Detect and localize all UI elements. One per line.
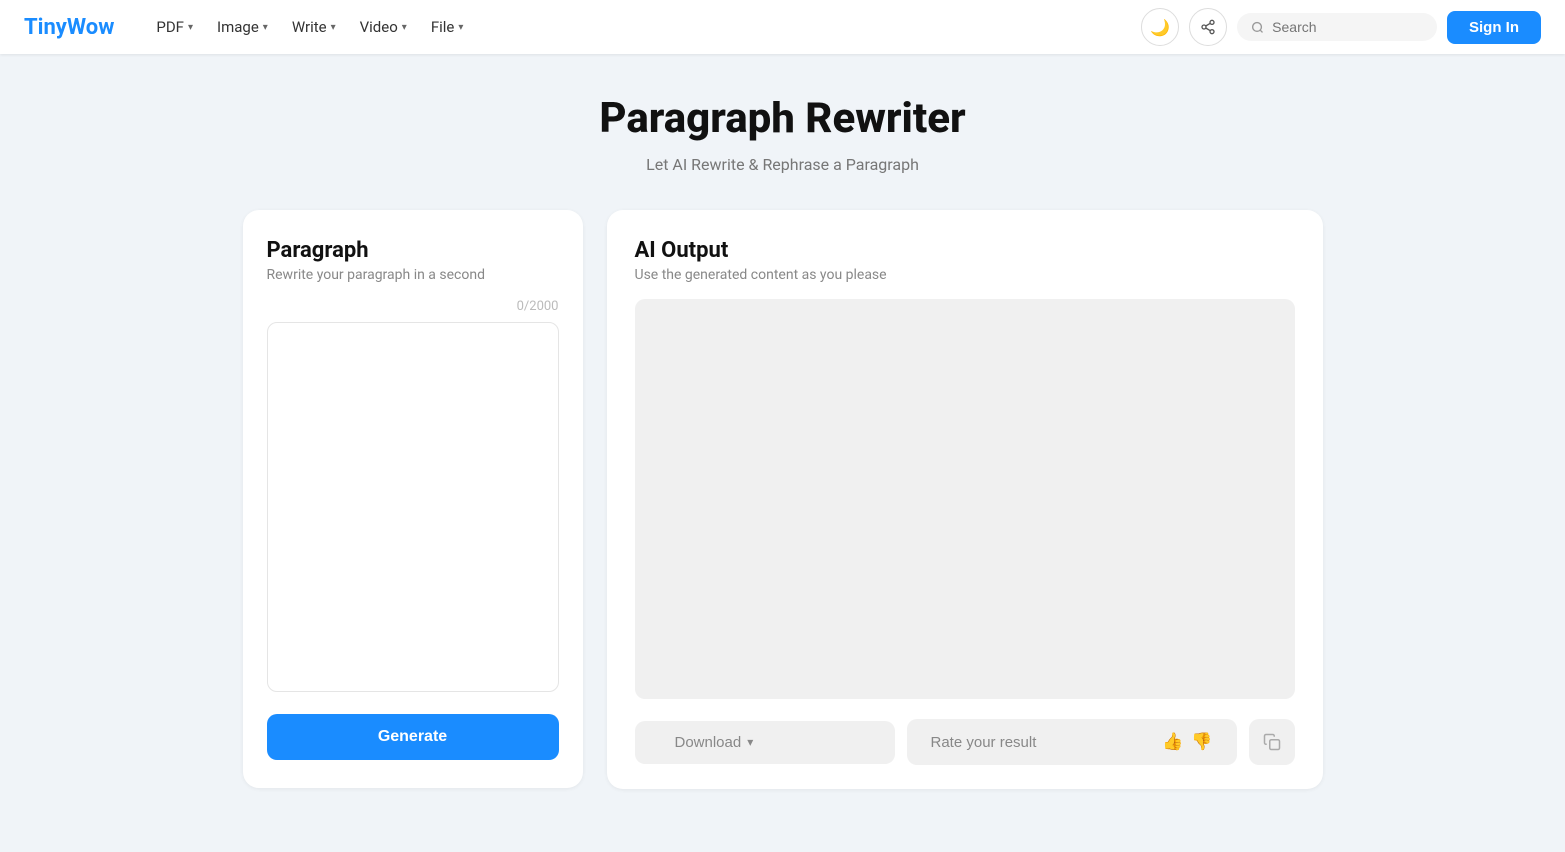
- page-subtitle: Let AI Rewrite & Rephrase a Paragraph: [243, 155, 1323, 174]
- right-card: AI Output Use the generated content as y…: [607, 210, 1323, 789]
- left-card: Paragraph Rewrite your paragraph in a se…: [243, 210, 583, 788]
- share-icon: [1200, 19, 1216, 35]
- download-label: Download: [675, 734, 742, 751]
- output-card-title: AI Output: [635, 238, 1295, 263]
- output-actions: Download ▾ Rate your result 👍 👎: [635, 719, 1295, 765]
- nav-item-image[interactable]: Image ▾: [207, 12, 278, 42]
- chevron-down-icon: ▾: [331, 22, 336, 33]
- header: TinyWow PDF ▾ Image ▾ Write ▾ Video ▾ Fi…: [0, 0, 1565, 54]
- nav-item-pdf[interactable]: PDF ▾: [146, 12, 203, 42]
- page-title: Paragraph Rewriter: [243, 94, 1323, 143]
- rate-icons: 👍 👎: [1162, 732, 1212, 752]
- nav-item-write[interactable]: Write ▾: [282, 12, 346, 42]
- search-box[interactable]: [1237, 13, 1437, 41]
- chevron-down-icon: ▾: [458, 22, 463, 33]
- thumbs-down-icon[interactable]: 👎: [1191, 732, 1212, 752]
- paragraph-textarea[interactable]: [267, 322, 559, 692]
- nav-item-file[interactable]: File ▾: [421, 12, 474, 42]
- output-area: [635, 299, 1295, 699]
- moon-icon: 🌙: [1150, 18, 1170, 37]
- copy-button[interactable]: [1249, 719, 1295, 765]
- chevron-down-icon: ▾: [263, 22, 268, 33]
- logo[interactable]: TinyWow: [24, 15, 114, 40]
- dark-mode-button[interactable]: 🌙: [1141, 8, 1179, 46]
- chevron-down-icon: ▾: [402, 22, 407, 33]
- main-content: Paragraph Rewriter Let AI Rewrite & Reph…: [183, 54, 1383, 849]
- search-icon: [1251, 20, 1264, 35]
- chevron-down-icon: ▾: [188, 22, 193, 33]
- download-button[interactable]: Download ▾: [635, 721, 895, 764]
- output-card-subtitle: Use the generated content as you please: [635, 267, 1295, 283]
- thumbs-up-icon[interactable]: 👍: [1162, 732, 1183, 752]
- signin-button[interactable]: Sign In: [1447, 11, 1541, 44]
- chevron-down-icon: ▾: [747, 735, 753, 749]
- logo-black: Tiny: [24, 15, 67, 40]
- paragraph-card-title: Paragraph: [267, 238, 559, 263]
- cards-container: Paragraph Rewrite your paragraph in a se…: [243, 210, 1323, 789]
- search-input[interactable]: [1272, 19, 1423, 35]
- share-button[interactable]: [1189, 8, 1227, 46]
- header-actions: 🌙 Sign In: [1141, 8, 1541, 46]
- char-count: 0/2000: [267, 299, 559, 314]
- page-title-section: Paragraph Rewriter Let AI Rewrite & Reph…: [243, 94, 1323, 174]
- nav: PDF ▾ Image ▾ Write ▾ Video ▾ File ▾: [146, 12, 1141, 42]
- nav-item-video[interactable]: Video ▾: [350, 12, 417, 42]
- copy-icon: [1263, 733, 1281, 751]
- paragraph-card-subtitle: Rewrite your paragraph in a second: [267, 267, 559, 283]
- logo-blue: Wow: [67, 15, 115, 40]
- rate-label: Rate your result: [931, 734, 1037, 751]
- rate-button[interactable]: Rate your result 👍 👎: [907, 719, 1237, 765]
- generate-button[interactable]: Generate: [267, 714, 559, 760]
